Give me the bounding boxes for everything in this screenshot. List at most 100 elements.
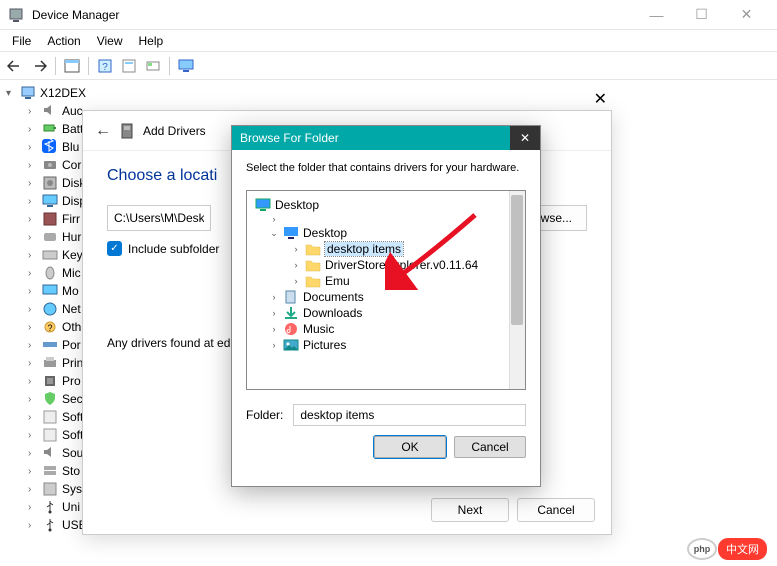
- forward-button[interactable]: [28, 55, 50, 77]
- minimize-button[interactable]: —: [634, 0, 679, 30]
- chevron-right-icon[interactable]: ›: [291, 276, 301, 286]
- close-button[interactable]: ✕: [724, 0, 769, 30]
- chevron-right-icon: ›: [28, 520, 38, 531]
- chevron-right-icon: ›: [28, 232, 38, 243]
- show-hidden-button[interactable]: [61, 55, 83, 77]
- menu-file[interactable]: File: [4, 32, 39, 50]
- next-button[interactable]: Next: [431, 498, 509, 522]
- cancel-button[interactable]: Cancel: [454, 436, 526, 458]
- svg-text:?: ?: [102, 62, 108, 73]
- software-icon: [42, 427, 58, 443]
- printer-icon: [42, 355, 58, 371]
- chevron-right-icon[interactable]: ›: [269, 308, 279, 318]
- folder-name-input[interactable]: [293, 404, 526, 426]
- bluetooth-icon: [42, 139, 58, 155]
- window-title: Device Manager: [32, 8, 634, 22]
- add-drivers-footer: Next Cancel: [431, 498, 595, 522]
- device-label: Pro: [62, 374, 81, 388]
- tree-item-desktop-items[interactable]: › desktop items: [251, 241, 521, 257]
- chevron-right-icon[interactable]: ›: [269, 340, 279, 350]
- chevron-right-icon: ›: [28, 376, 38, 387]
- browse-footer: OK Cancel: [246, 436, 526, 458]
- chevron-right-icon: ›: [28, 250, 38, 261]
- chevron-right-icon[interactable]: ›: [269, 214, 279, 224]
- scrollbar-thumb[interactable]: [511, 195, 523, 325]
- tree-pictures[interactable]: › Pictures: [251, 337, 521, 353]
- back-button[interactable]: [4, 55, 26, 77]
- toolbar-separator: [169, 57, 170, 75]
- folder-input-row: Folder:: [246, 404, 526, 426]
- chevron-down-icon[interactable]: ⌄: [269, 228, 279, 239]
- maximize-button[interactable]: ☐: [679, 0, 724, 30]
- svg-text:?: ?: [47, 323, 52, 333]
- device-label: Sys: [62, 482, 82, 496]
- tree-item-label: Pictures: [303, 338, 346, 352]
- computer-icon: [20, 85, 36, 101]
- chevron-right-icon[interactable]: ›: [269, 324, 279, 334]
- window-controls: — ☐ ✕: [634, 0, 769, 30]
- chevron-right-icon: ›: [28, 430, 38, 441]
- back-arrow-icon[interactable]: ←: [95, 122, 111, 140]
- browse-close-button[interactable]: ✕: [510, 126, 540, 150]
- folder-icon: [305, 242, 321, 256]
- properties-button[interactable]: [118, 55, 140, 77]
- menu-view[interactable]: View: [89, 32, 131, 50]
- device-label: Por: [62, 338, 81, 352]
- firmware-icon: [42, 211, 58, 227]
- menu-help[interactable]: Help: [131, 32, 172, 50]
- monitor-button[interactable]: [175, 55, 197, 77]
- device-label: Sou: [62, 446, 83, 460]
- menu-action[interactable]: Action: [39, 32, 88, 50]
- tree-item-label: Desktop: [303, 226, 347, 240]
- tree-item[interactable]: › DriverStoreExplorer.v0.11.64: [251, 257, 521, 273]
- tree-root[interactable]: ▾ X12DEX: [6, 84, 771, 102]
- device-label: Soft: [62, 428, 83, 442]
- folder-tree[interactable]: Desktop › ⌄ Desktop › desktop items › Dr…: [246, 190, 526, 390]
- browse-titlebar: Browse For Folder ✕: [232, 126, 540, 150]
- device-label: Sec: [62, 392, 83, 406]
- dialog-close-button[interactable]: ✕: [594, 89, 607, 109]
- driver-path-input[interactable]: [107, 205, 211, 231]
- device-label: Net: [62, 302, 81, 316]
- ok-button[interactable]: OK: [374, 436, 446, 458]
- chevron-right-icon: ›: [28, 466, 38, 477]
- scrollbar[interactable]: [509, 191, 525, 389]
- keyboard-icon: [42, 247, 58, 263]
- device-label: Hur: [62, 230, 81, 244]
- document-icon: [283, 290, 299, 304]
- tree-desktop-expanded[interactable]: ⌄ Desktop: [251, 225, 521, 241]
- tree-item[interactable]: ›: [251, 213, 521, 225]
- tree-item-label: Music: [303, 322, 334, 336]
- chevron-right-icon[interactable]: ›: [269, 292, 279, 302]
- device-label: Blu: [62, 140, 79, 154]
- window-titlebar: Device Manager — ☐ ✕: [0, 0, 777, 30]
- cpu-icon: [42, 373, 58, 389]
- chevron-right-icon[interactable]: ›: [291, 260, 301, 270]
- music-icon: [283, 322, 299, 336]
- folder-icon: [305, 274, 321, 288]
- tree-desktop-root[interactable]: Desktop: [251, 197, 521, 213]
- cancel-button[interactable]: Cancel: [517, 498, 595, 522]
- tree-music[interactable]: › Music: [251, 321, 521, 337]
- tree-item-label: Emu: [325, 274, 350, 288]
- help-button[interactable]: ?: [94, 55, 116, 77]
- chevron-right-icon[interactable]: ›: [291, 244, 301, 254]
- pictures-icon: [283, 338, 299, 352]
- desktop-icon: [255, 198, 271, 212]
- chevron-right-icon: ›: [28, 448, 38, 459]
- usb-icon: [42, 499, 58, 515]
- toolbar: ?: [0, 52, 777, 80]
- scan-button[interactable]: [142, 55, 164, 77]
- chevron-right-icon: ›: [28, 484, 38, 495]
- include-subfolders-label: Include subfolder: [128, 242, 219, 256]
- port-icon: [42, 337, 58, 353]
- tree-item[interactable]: › Emu: [251, 273, 521, 289]
- other-icon: ?: [42, 319, 58, 335]
- chevron-right-icon: ›: [28, 358, 38, 369]
- add-drivers-title: Add Drivers: [143, 124, 206, 138]
- checkbox-checked-icon[interactable]: ✓: [107, 241, 122, 256]
- storage-icon: [42, 463, 58, 479]
- chevron-right-icon: ›: [28, 322, 38, 333]
- tree-documents[interactable]: › Documents: [251, 289, 521, 305]
- tree-downloads[interactable]: › Downloads: [251, 305, 521, 321]
